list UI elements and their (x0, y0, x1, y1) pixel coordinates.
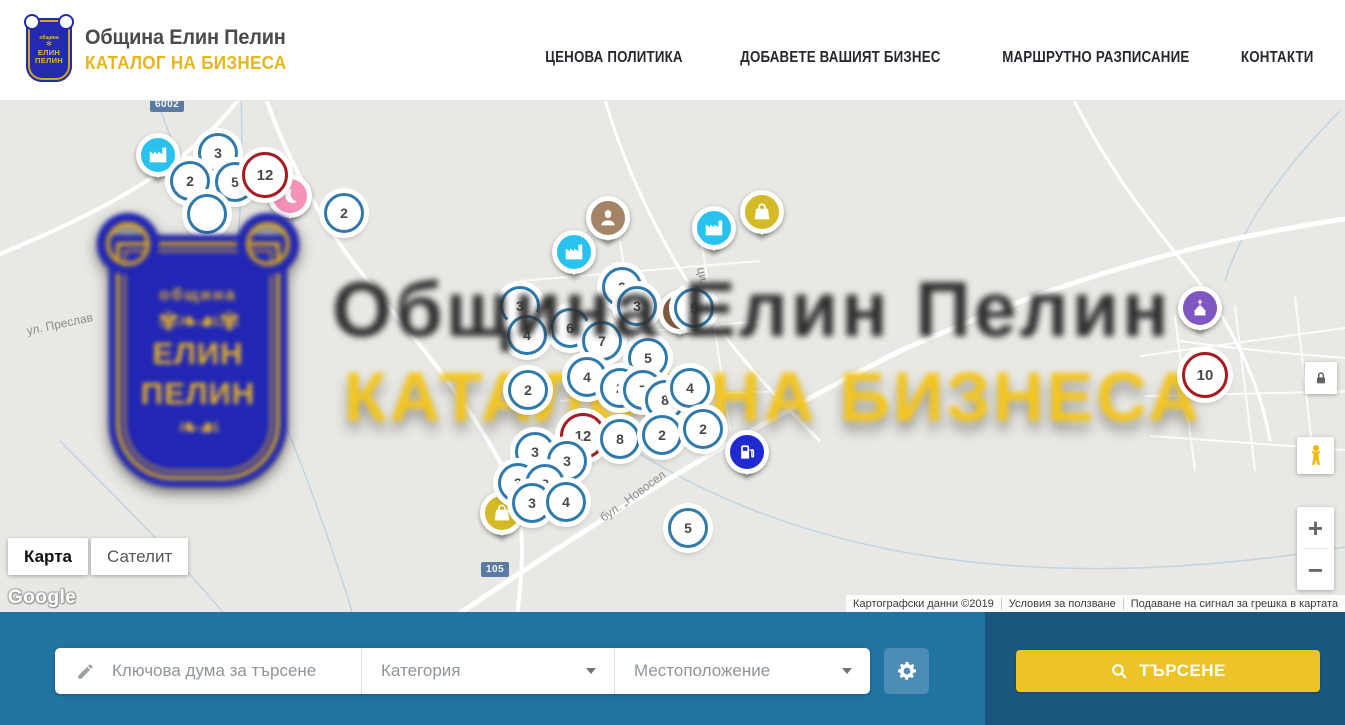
cluster-marker[interactable]: 8 (600, 419, 640, 459)
chevron-down-icon (842, 668, 852, 674)
attribution-map-data: Картографски данни ©2019 (846, 598, 1001, 610)
map-type-control: Карта Сателит (8, 538, 188, 575)
watermark-badge-ornament: ✾❧☙✾ (158, 311, 239, 331)
header: община ✻ ЕЛИН ПЕЛИН Община Елин Пелин КА… (0, 0, 1345, 101)
advanced-settings-button[interactable] (884, 648, 929, 694)
location-select[interactable]: Местоположение (615, 648, 870, 694)
main-nav: ЦЕНОВА ПОЛИТИКА ДОБАВЕТЕ ВАШИЯТ БИЗНЕС М… (534, 49, 1319, 67)
map-type-map-button[interactable]: Карта (8, 538, 88, 575)
cluster-marker[interactable]: 5 (668, 508, 708, 548)
cluster-marker[interactable]: 4 (546, 482, 586, 522)
chevron-down-icon (586, 668, 596, 674)
municipality-logo: община ✻ ЕЛИН ПЕЛИН (26, 18, 72, 82)
watermark-title: Община Елин Пелин (332, 264, 1172, 355)
search-icon (1110, 662, 1129, 681)
marker-church-icon[interactable] (1173, 281, 1227, 335)
watermark-badge-ornament2: ❧☙ (177, 417, 218, 437)
nav-pricing-policy[interactable]: ЦЕНОВА ПОЛИТИКА (545, 49, 683, 67)
pencil-icon (76, 662, 95, 681)
brand[interactable]: община ✻ ЕЛИН ПЕЛИН Община Елин Пелин КА… (26, 18, 297, 82)
cluster-marker[interactable]: 2 (683, 409, 723, 449)
cluster-marker[interactable]: 2 (642, 415, 682, 455)
keyword-input[interactable] (112, 661, 352, 681)
logo-name-line2: ПЕЛИН (35, 57, 63, 66)
watermark-badge-top: община (159, 285, 236, 305)
attribution-terms-link[interactable]: Условия за ползване (1001, 598, 1123, 610)
site-subtitle: КАТАЛОГ НА БИЗНЕСА (85, 53, 287, 74)
road-shield-6002: 6002 (150, 101, 184, 112)
marker-fuel-icon[interactable] (720, 425, 774, 479)
zoom-control: + − (1297, 507, 1334, 590)
watermark-logo: община ✾❧☙✾ ЕЛИН ПЕЛИН ❧☙ (84, 213, 312, 493)
search-submit-button[interactable]: ТЪРСЕНЕ (1016, 650, 1320, 692)
nav-route-schedule[interactable]: МАРШРУТНО РАЗПИСАНИЕ (1002, 49, 1189, 67)
gear-icon (895, 659, 919, 683)
nav-contacts[interactable]: КОНТАКТИ (1240, 49, 1313, 67)
map-type-satellite-button[interactable]: Сателит (91, 538, 188, 575)
google-logo[interactable]: Google (8, 587, 76, 609)
marker-bag-icon[interactable] (735, 185, 789, 239)
cluster-marker[interactable]: 12 (242, 152, 288, 198)
zoom-in-button[interactable]: + (1297, 507, 1334, 548)
pegman-icon (1305, 443, 1327, 469)
keyword-field[interactable] (55, 648, 361, 694)
watermark-badge-name1: ЕЛИН (152, 337, 243, 371)
attribution-report-error-link[interactable]: Подаване на сигнал за грешка в картата (1123, 598, 1345, 610)
lock-control[interactable] (1305, 362, 1337, 394)
pegman-control[interactable] (1297, 437, 1334, 474)
map-attribution: Картографски данни ©2019 Условия за полз… (846, 595, 1345, 612)
zoom-out-button[interactable]: − (1297, 549, 1334, 590)
category-select[interactable]: Категория (362, 648, 614, 694)
nav-add-your-business[interactable]: ДОБАВЕТЕ ВАШИЯТ БИЗНЕС (740, 49, 940, 67)
marker-factory-icon[interactable] (687, 201, 741, 255)
site-title: Община Елин Пелин (85, 26, 287, 50)
lock-icon (1313, 370, 1329, 386)
location-placeholder: Местоположение (634, 661, 770, 681)
search-button-label: ТЪРСЕНЕ (1139, 661, 1226, 681)
cluster-marker[interactable]: 2 (324, 193, 364, 233)
search-fields-group: Категория Местоположение (55, 648, 870, 694)
search-bar: Категория Местоположение ТЪРСЕНЕ (0, 612, 1345, 725)
category-placeholder: Категория (381, 661, 460, 681)
cluster-marker[interactable]: 10 (1182, 352, 1228, 398)
road-shield-105: 105 (481, 562, 509, 577)
watermark-badge-name2: ПЕЛИН (141, 377, 255, 411)
page: община ✻ ЕЛИН ПЕЛИН Община Елин Пелин КА… (0, 0, 1345, 725)
map-canvas[interactable]: ул. Преслав бул. „Новосел ци„ 6002 105 3… (0, 101, 1345, 612)
cluster-marker[interactable]: 4 (670, 368, 710, 408)
cluster-marker[interactable]: 2 (508, 370, 548, 410)
